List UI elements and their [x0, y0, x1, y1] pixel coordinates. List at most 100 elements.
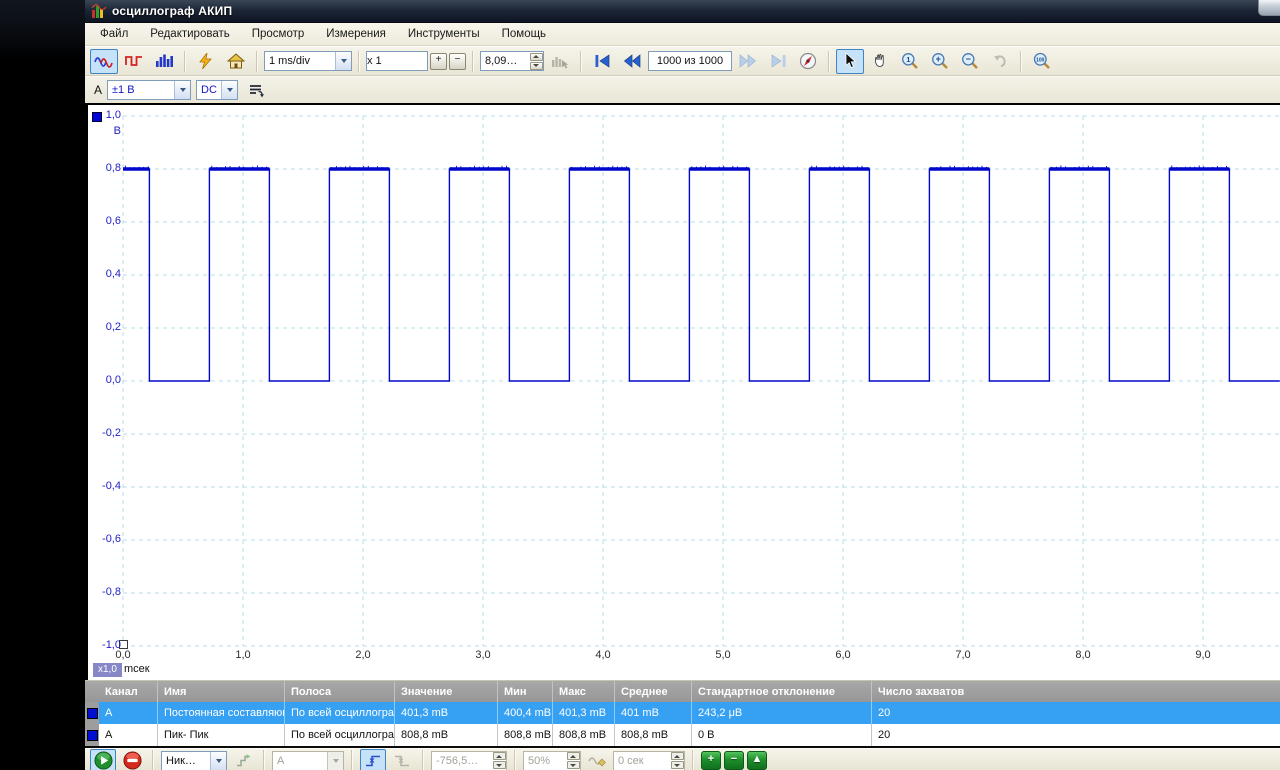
- add-measurement-button[interactable]: +: [701, 751, 721, 770]
- trigger-mode-select[interactable]: Ник…: [161, 751, 227, 770]
- undo-zoom-button-disabled[interactable]: [986, 49, 1014, 74]
- offset-value: 8,09…: [481, 55, 529, 67]
- zoom-out-icon: −: [961, 52, 979, 70]
- table-header-cell[interactable]: Число захватов: [872, 681, 1280, 702]
- close-button[interactable]: [1258, 0, 1280, 16]
- multiplier-increase-button[interactable]: +: [430, 53, 447, 70]
- analog-waveform-view-button[interactable]: [90, 49, 118, 74]
- sine-wave-icon: [94, 53, 114, 69]
- chevron-down-icon[interactable]: [174, 81, 190, 99]
- separator: [351, 750, 353, 770]
- spin-up-button[interactable]: [493, 752, 506, 760]
- menu-item-2[interactable]: Редактировать: [139, 25, 240, 43]
- zoom-original-button[interactable]: 1: [896, 49, 924, 74]
- table-row[interactable]: AПостоянная составляющаяПо всей осциллог…: [85, 702, 1280, 724]
- channel-range-select[interactable]: ±1 В: [107, 80, 191, 100]
- table-header-row: КаналИмяПолосаЗначениеМинМаксСреднееСтан…: [85, 680, 1280, 702]
- separator: [358, 51, 360, 72]
- zoom-out-button[interactable]: −: [956, 49, 984, 74]
- zoom-100-button[interactable]: 100: [1028, 49, 1056, 74]
- single-step-button-disabled[interactable]: [230, 749, 256, 770]
- multiplier-decrease-button[interactable]: −: [449, 53, 466, 70]
- run-button[interactable]: [90, 749, 116, 770]
- svg-text:−: −: [966, 54, 971, 64]
- chevron-down-icon[interactable]: [221, 81, 237, 99]
- separator: [1020, 51, 1022, 72]
- spin-down-button[interactable]: [493, 761, 506, 769]
- pointer-tool-button[interactable]: [836, 49, 864, 74]
- digital-waveform-view-button[interactable]: [120, 49, 148, 74]
- pan-tool-button[interactable]: [866, 49, 894, 74]
- table-cell-name: Пик- Пик: [158, 724, 285, 746]
- playback-speed-button[interactable]: [794, 49, 822, 74]
- x-axis-tick-label: 2,0: [341, 649, 385, 661]
- cursor-arrow-icon: [843, 53, 857, 69]
- falling-edge-button-disabled[interactable]: [389, 749, 415, 770]
- table-cell-mean: 808,8 mВ: [615, 724, 692, 746]
- remove-measurement-button[interactable]: −: [724, 751, 744, 770]
- table-row[interactable]: AПик- ПикПо всей осциллограмме808,8 mВ80…: [85, 724, 1280, 746]
- trigger-level-spinner-disabled[interactable]: -756,5…: [431, 751, 507, 770]
- svg-text:100: 100: [1036, 57, 1045, 63]
- channel-options-button[interactable]: [243, 78, 271, 103]
- table-header-cell[interactable]: Канал: [85, 681, 158, 702]
- x-axis-tick-label: 7,0: [941, 649, 985, 661]
- table-cell-max: 401,3 mВ: [553, 702, 615, 724]
- menu-item-1[interactable]: Файл: [89, 25, 139, 43]
- spin-up-button[interactable]: [530, 53, 543, 61]
- desktop-background: осциллограф АКИП ФайлРедактироватьПросмо…: [0, 0, 1280, 770]
- skip-last-icon: [770, 54, 787, 68]
- record-position-box: 1000 из 1000: [648, 51, 732, 71]
- holdoff-button-disabled[interactable]: [584, 749, 610, 770]
- pretrigger-percent-spinner-disabled[interactable]: 50%: [523, 751, 581, 770]
- table-header-cell[interactable]: Среднее: [615, 681, 692, 702]
- offset-spinner[interactable]: 8,09…: [480, 51, 544, 71]
- chevron-down-icon[interactable]: [335, 52, 351, 70]
- zoom-in-button[interactable]: +: [926, 49, 954, 74]
- multiplier-field[interactable]: x 1: [366, 51, 428, 71]
- spin-up-button[interactable]: [671, 752, 684, 760]
- auto-measurement-button[interactable]: ▲: [747, 751, 767, 770]
- spin-down-button[interactable]: [671, 761, 684, 769]
- titlebar: осциллограф АКИП: [85, 0, 1280, 23]
- go-last-record-button-disabled[interactable]: [764, 49, 792, 74]
- table-header-cell[interactable]: Значение: [395, 681, 498, 702]
- holdoff-time-spinner-disabled[interactable]: 0 сек: [613, 751, 685, 770]
- table-header-cell[interactable]: Имя: [158, 681, 285, 702]
- channel-coupling-select[interactable]: DC: [196, 80, 238, 100]
- spin-down-button[interactable]: [530, 62, 543, 70]
- menu-item-3[interactable]: Просмотр: [241, 25, 316, 43]
- timebase-select[interactable]: 1 ms/div: [264, 51, 352, 71]
- table-header-cell[interactable]: Стандартное отклонение: [692, 681, 872, 702]
- app-icon: [91, 3, 107, 19]
- separator: [828, 51, 830, 72]
- menu-item-4[interactable]: Измерения: [315, 25, 397, 43]
- table-header-cell[interactable]: Мин: [498, 681, 553, 702]
- trigger-source-select-disabled[interactable]: A: [272, 751, 344, 770]
- table-header-cell[interactable]: Полоса: [285, 681, 395, 702]
- timebase-value: 1 ms/div: [265, 55, 335, 67]
- stop-button[interactable]: [119, 749, 145, 770]
- histogram-view-button[interactable]: [150, 49, 178, 74]
- oscillogram-plot[interactable]: x1,0 mсек 1,00,80,60,40,20,0-0,2-0,4-0,6…: [85, 103, 1280, 680]
- next-record-button-disabled[interactable]: [734, 49, 762, 74]
- table-cell-name: Постоянная составляющая: [158, 702, 285, 724]
- chevron-down-icon[interactable]: [327, 752, 343, 770]
- rewind-icon: [623, 54, 641, 68]
- rising-edge-button[interactable]: [360, 749, 386, 770]
- spin-up-button[interactable]: [567, 752, 580, 760]
- chevron-down-icon[interactable]: [210, 752, 226, 770]
- autoset-button[interactable]: [192, 49, 220, 74]
- go-first-record-button[interactable]: [588, 49, 616, 74]
- menu-item-5[interactable]: Инструменты: [397, 25, 491, 43]
- spin-down-button[interactable]: [567, 761, 580, 769]
- separator: [184, 51, 186, 72]
- record-position-value: 1000 из 1000: [657, 55, 723, 67]
- separator: [152, 750, 154, 770]
- menu-item-6[interactable]: Помощь: [491, 25, 557, 43]
- home-button[interactable]: [222, 49, 250, 74]
- table-header-cell[interactable]: Макс: [553, 681, 615, 702]
- previous-record-button[interactable]: [618, 49, 646, 74]
- histogram-cursor-button-disabled[interactable]: [546, 49, 574, 74]
- channel-color-cell: [85, 724, 99, 746]
